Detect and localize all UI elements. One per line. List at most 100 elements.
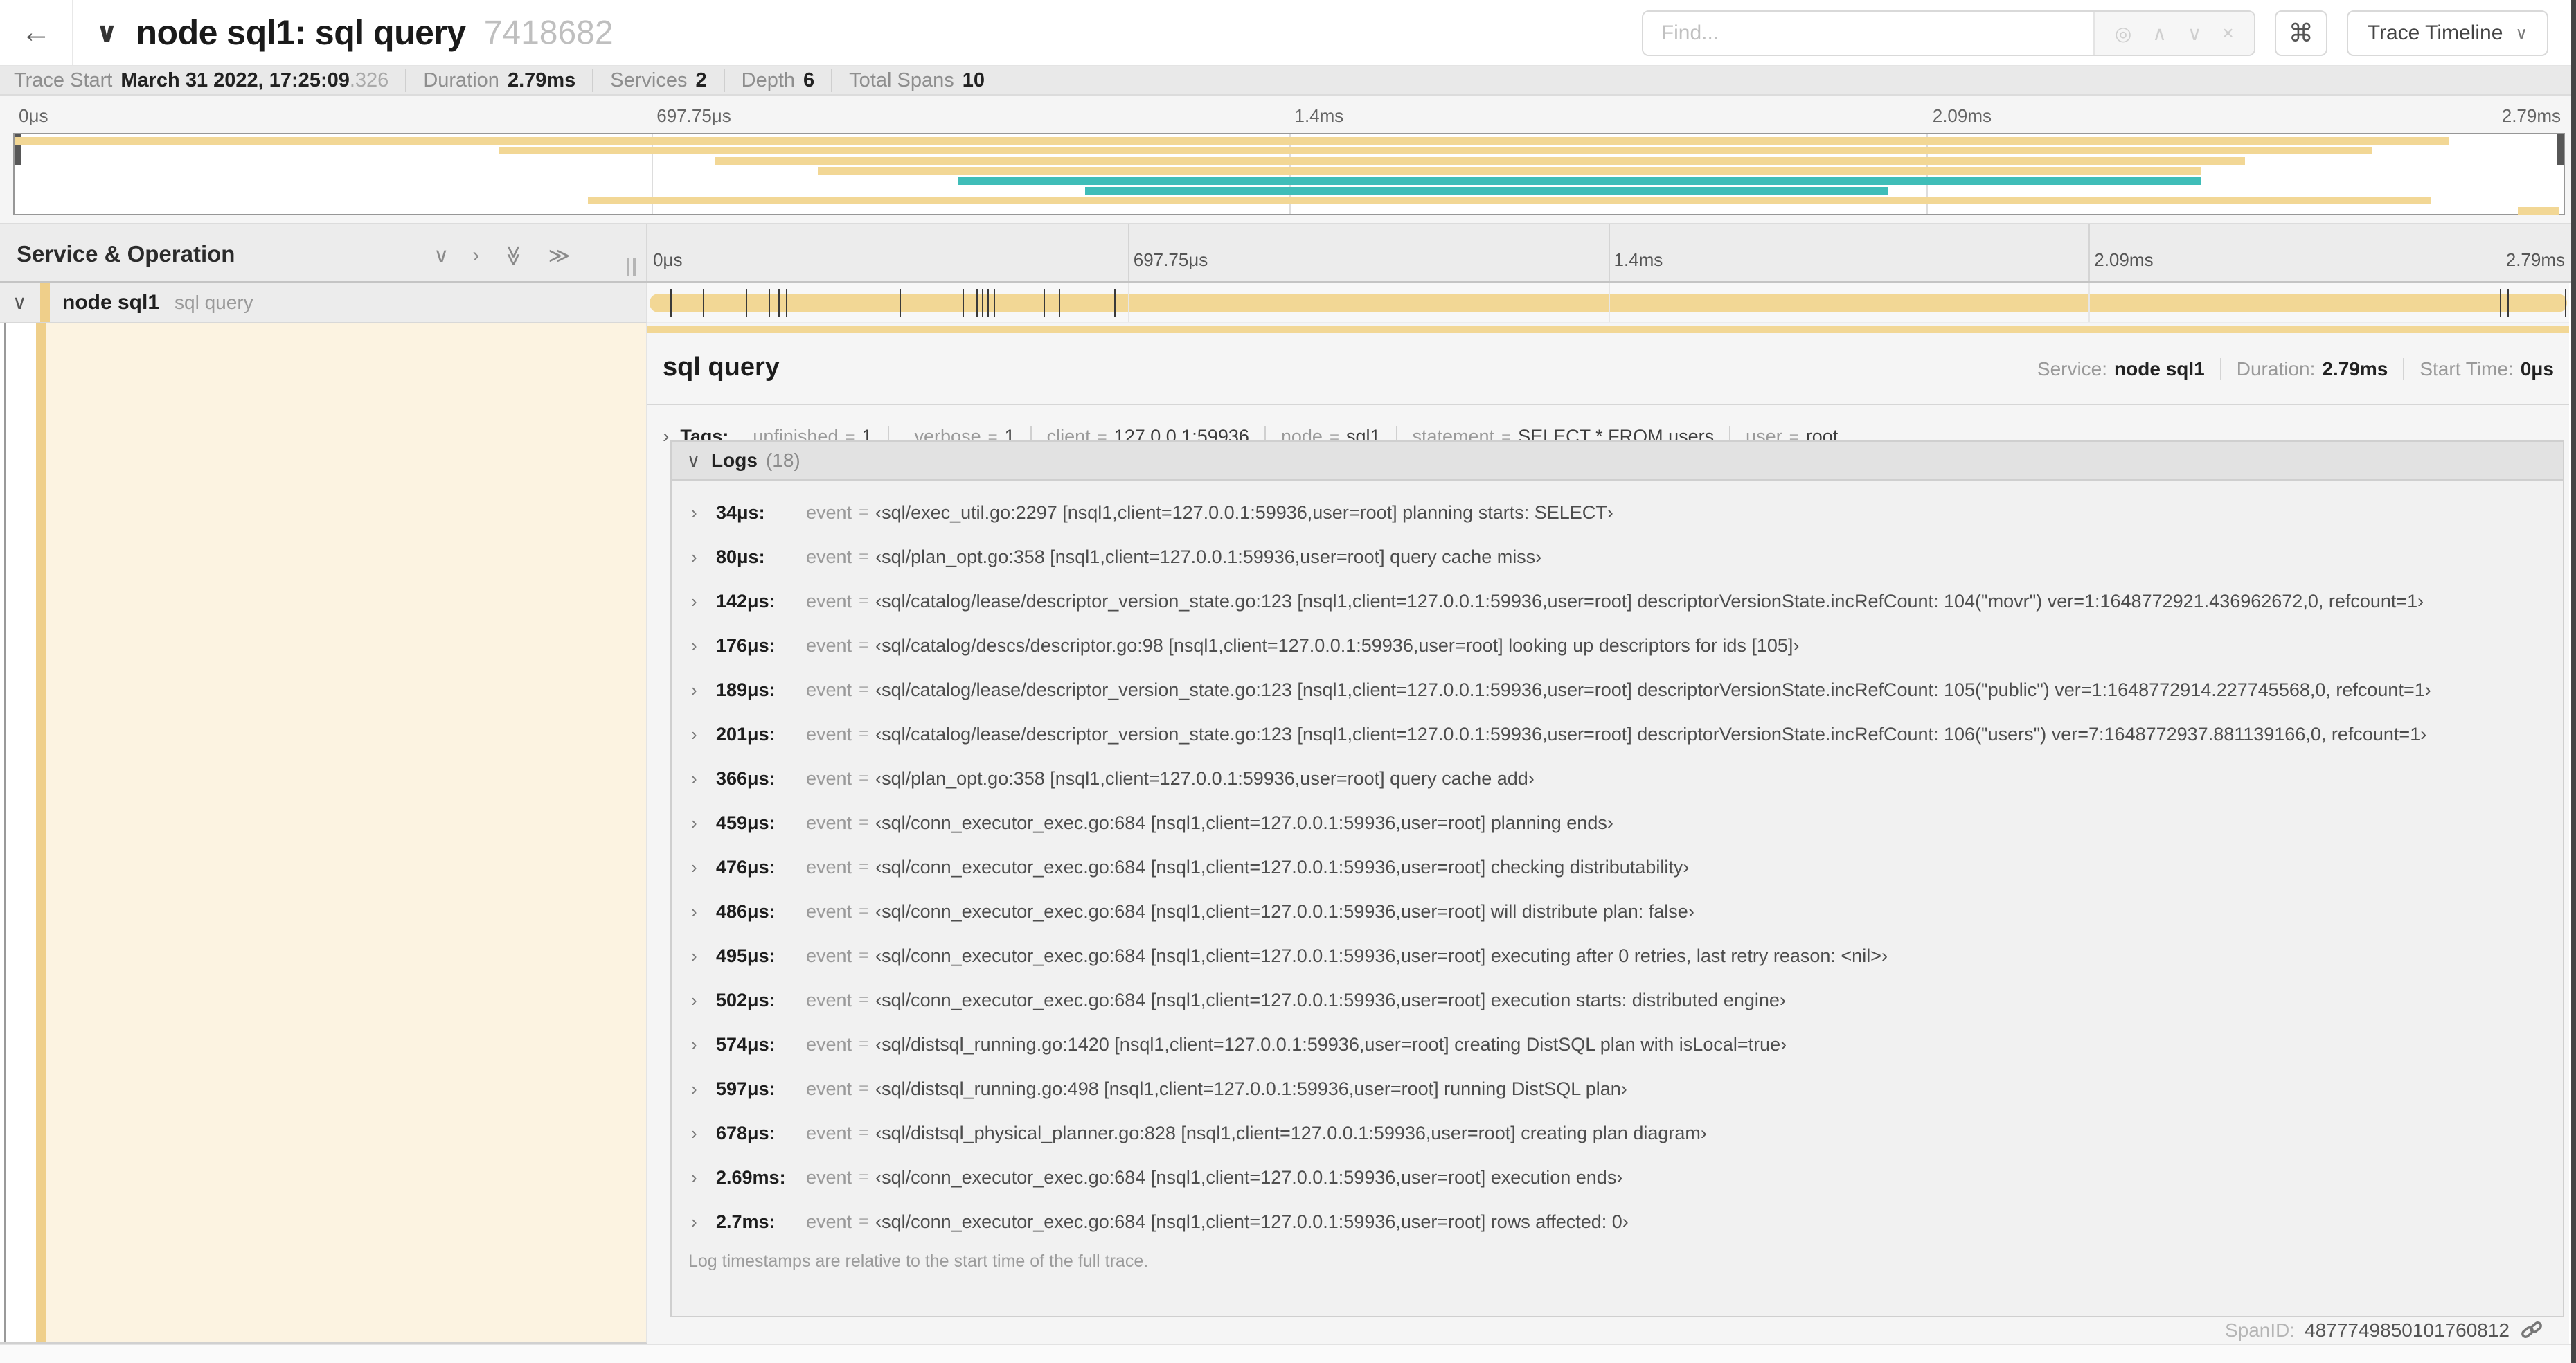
stat-label: Total Spans bbox=[849, 69, 954, 91]
trace-stat-item: Trace Start March 31 2022, 17:25:09.326 bbox=[14, 69, 388, 92]
column-resize-grip[interactable] bbox=[627, 258, 639, 276]
log-row[interactable]: › 34μs: event = ‹sql/exec_util.go:2297 [nsql… bbox=[672, 490, 2563, 535]
meta-label: Service: bbox=[2037, 358, 2108, 380]
window-scrollbar[interactable] bbox=[2571, 0, 2576, 1363]
log-timestamp: 678μs: bbox=[716, 1122, 776, 1143]
detail-span-bar bbox=[647, 326, 2569, 333]
minimap-right-scrubber-handle[interactable] bbox=[2557, 134, 2564, 165]
span-id-value: 4877749850101760812 bbox=[2305, 1319, 2510, 1341]
chevron-right-icon[interactable]: › bbox=[691, 591, 716, 612]
ruler-tick-label: 2.09ms bbox=[1932, 105, 1992, 126]
view-selector-button[interactable]: Trace Timeline ∨ bbox=[2346, 10, 2548, 56]
chevron-right-icon[interactable]: › bbox=[691, 679, 716, 701]
top-navbar: ← ∨ node sql1: sql query 7418682 ◎ ∧ ∨ ×… bbox=[0, 0, 2576, 66]
timeline-header-row: Service & Operation ∨ › ≫ ≫ 0μs 697.75μs 1… bbox=[0, 223, 2576, 283]
log-timestamp: 574μs: bbox=[716, 1033, 776, 1055]
chevron-right-icon[interactable]: › bbox=[691, 812, 716, 834]
expand-one-icon[interactable]: › bbox=[472, 244, 479, 268]
span-collapse-chevron-icon[interactable]: ∨ bbox=[12, 291, 40, 314]
chevron-right-icon[interactable]: › bbox=[691, 724, 716, 745]
log-row[interactable]: › 201μs: event = ‹sql/catalog/lease/descript… bbox=[672, 712, 2563, 756]
equals-sign: = bbox=[859, 636, 869, 654]
equals-sign: = bbox=[859, 1123, 869, 1142]
log-key: event bbox=[806, 1078, 852, 1099]
meta-value: node sql1 bbox=[2114, 358, 2205, 380]
log-row[interactable]: › 486μs: event = ‹sql/conn_executor_exec.go:… bbox=[672, 889, 2563, 934]
detail-span-title: sql query bbox=[663, 353, 780, 382]
trace-stat-item: Depth 6 bbox=[723, 69, 815, 92]
collapse-trace-chevron-icon[interactable]: ∨ bbox=[96, 17, 118, 48]
log-timestamp: 459μs: bbox=[716, 812, 776, 833]
chevron-right-icon[interactable]: › bbox=[691, 1167, 716, 1188]
log-row[interactable]: › 678μs: event = ‹sql/distsql_physical_plann… bbox=[672, 1111, 2563, 1155]
logs-accordion-header[interactable]: ∨ Logs (18) bbox=[672, 442, 2563, 481]
log-row[interactable]: › 142μs: event = ‹sql/catalog/lease/descript… bbox=[672, 579, 2563, 623]
chevron-right-icon[interactable]: › bbox=[691, 546, 716, 568]
logs-count: (18) bbox=[765, 449, 800, 471]
chevron-right-icon[interactable]: › bbox=[691, 1123, 716, 1144]
log-marker bbox=[963, 289, 965, 317]
log-marker bbox=[981, 289, 983, 317]
collapse-one-icon[interactable]: ∨ bbox=[433, 244, 449, 268]
log-value: ‹sql/distsql_running.go:1420 [nsql1,clie… bbox=[875, 1033, 1787, 1055]
chevron-right-icon[interactable]: › bbox=[691, 502, 716, 524]
find-prev-icon[interactable]: ∧ bbox=[2152, 22, 2167, 45]
trace-title: node sql1: sql query bbox=[136, 13, 466, 52]
log-row[interactable]: › 366μs: event = ‹sql/plan_opt.go:358 [nsql1… bbox=[672, 756, 2563, 801]
equals-sign: = bbox=[859, 1168, 869, 1186]
chevron-right-icon[interactable]: › bbox=[691, 945, 716, 967]
chevron-right-icon[interactable]: › bbox=[691, 1078, 716, 1100]
log-marker bbox=[993, 289, 995, 317]
minimap-span bbox=[499, 147, 2372, 155]
log-value: ‹sql/catalog/lease/descriptor_version_st… bbox=[875, 679, 2431, 700]
chevron-right-icon[interactable]: › bbox=[691, 1211, 716, 1233]
find-clear-icon[interactable]: × bbox=[2222, 22, 2233, 44]
minimap-span bbox=[957, 177, 2202, 185]
log-row[interactable]: › 2.7ms: event = ‹sql/conn_executor_exec.go:… bbox=[672, 1200, 2563, 1240]
detail-meta-item: Service: node sql1 bbox=[2037, 358, 2205, 380]
minimap-span bbox=[15, 137, 2449, 145]
log-row[interactable]: › 597μs: event = ‹sql/distsql_running.go:498… bbox=[672, 1067, 2563, 1111]
log-timestamp: 495μs: bbox=[716, 945, 776, 966]
log-row[interactable]: › 495μs: event = ‹sql/conn_executor_exec.go:… bbox=[672, 934, 2563, 978]
chevron-right-icon[interactable]: › bbox=[691, 990, 716, 1011]
minimap-span bbox=[588, 197, 2431, 205]
find-next-icon[interactable]: ∨ bbox=[2188, 22, 2202, 45]
span-row-timeline-cell[interactable] bbox=[647, 283, 2569, 323]
log-row[interactable]: › 189μs: event = ‹sql/catalog/lease/descript… bbox=[672, 668, 2563, 712]
log-key: event bbox=[806, 900, 852, 922]
log-row[interactable]: › 502μs: event = ‹sql/conn_executor_exec.go:… bbox=[672, 978, 2563, 1022]
log-row[interactable]: › 80μs: event = ‹sql/plan_opt.go:358 [nsql1,… bbox=[672, 535, 2563, 579]
log-row[interactable]: › 459μs: event = ‹sql/conn_executor_exec.go:… bbox=[672, 801, 2563, 845]
chevron-right-icon[interactable]: › bbox=[691, 768, 716, 790]
locate-icon[interactable]: ◎ bbox=[2115, 22, 2131, 45]
equals-sign: = bbox=[859, 946, 869, 965]
stat-value: 2.79ms bbox=[507, 69, 576, 91]
span-row-name-cell[interactable]: ∨ node sql1 sql query bbox=[0, 283, 647, 323]
copy-link-icon[interactable] bbox=[2519, 1318, 2544, 1343]
log-value: ‹sql/conn_executor_exec.go:684 [nsql1,cl… bbox=[875, 989, 1786, 1010]
chevron-right-icon[interactable]: › bbox=[691, 635, 716, 657]
log-row[interactable]: › 574μs: event = ‹sql/distsql_running.go:142… bbox=[672, 1022, 2563, 1067]
chevron-right-icon[interactable]: › bbox=[691, 857, 716, 878]
chevron-right-icon[interactable]: › bbox=[691, 1034, 716, 1055]
gridline bbox=[2088, 283, 2091, 322]
detail-header: sql query Service: node sql1 Duration: 2.79… bbox=[663, 351, 2554, 393]
service-operation-header: Service & Operation ∨ › ≫ ≫ bbox=[0, 224, 647, 281]
collapse-expand-controls: ∨ › ≫ ≫ bbox=[433, 244, 570, 268]
collapse-all-icon[interactable]: ≫ bbox=[501, 245, 526, 267]
log-marker bbox=[670, 289, 672, 317]
minimap-canvas[interactable] bbox=[13, 133, 2565, 215]
keyboard-shortcuts-button[interactable]: ⌘ bbox=[2274, 10, 2327, 56]
stat-label: Trace Start bbox=[14, 69, 113, 91]
log-row[interactable]: › 2.69ms: event = ‹sql/conn_executor_exec.go… bbox=[672, 1155, 2563, 1200]
expand-all-icon[interactable]: ≫ bbox=[548, 244, 570, 268]
detail-meta: Service: node sql1 Duration: 2.79ms Start Ti… bbox=[2037, 358, 2554, 380]
back-button[interactable]: ← bbox=[0, 0, 73, 65]
log-row[interactable]: › 476μs: event = ‹sql/conn_executor_exec.go:… bbox=[672, 845, 2563, 889]
find-input[interactable] bbox=[1643, 12, 2093, 55]
chevron-right-icon[interactable]: › bbox=[691, 901, 716, 923]
log-row[interactable]: › 176μs: event = ‹sql/catalog/descs/descript… bbox=[672, 623, 2563, 668]
gridline bbox=[1127, 283, 1129, 322]
stat-value: 6 bbox=[803, 69, 815, 91]
